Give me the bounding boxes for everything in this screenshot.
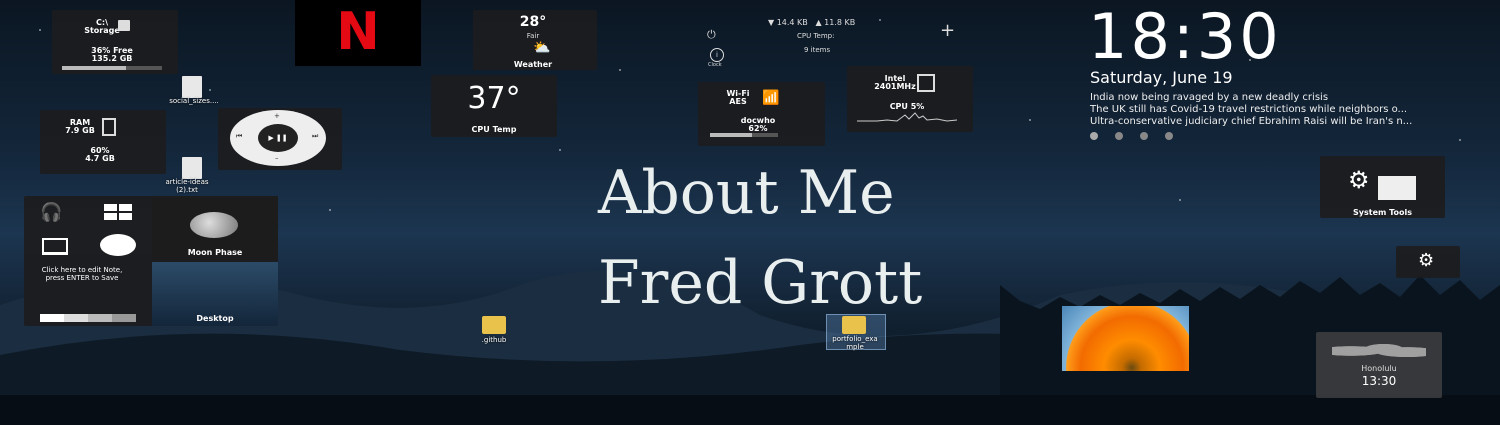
desktop-label: Desktop: [196, 314, 234, 323]
next-icon[interactable]: ⏭: [312, 132, 318, 141]
cpu-temp-widget[interactable]: 37° CPU Temp: [431, 75, 557, 137]
netflix-tile[interactable]: N: [295, 0, 421, 66]
volume-up-icon[interactable]: +: [274, 112, 280, 120]
news-feed: India now being ravaged by a new deadly …: [1090, 92, 1490, 128]
wifi-signal: 62%: [748, 124, 768, 133]
weather-widget[interactable]: 28° Fair ⛅ Weather: [473, 10, 597, 70]
settings-button[interactable]: ⚙: [1396, 246, 1460, 278]
ram-widget[interactable]: RAM 7.9 GB 60% 4.7 GB: [40, 110, 166, 174]
gears-icon: ⚙: [1348, 166, 1370, 194]
moon-icon: [190, 212, 238, 238]
system-tools-widget[interactable]: ⚙ System Tools: [1320, 156, 1445, 218]
world-clock-time: 13:30: [1361, 374, 1397, 388]
volume-down-icon[interactable]: –: [275, 154, 279, 162]
storage-usage-bar: [62, 66, 162, 70]
file-label-article[interactable]: article-ideas (2).txt: [162, 178, 212, 194]
news-item[interactable]: Ultra-conservative judiciary chief Ebrah…: [1090, 116, 1490, 128]
cpu-usage-graph: [857, 112, 957, 122]
download-speed: ▼ 14.4 KB: [768, 18, 808, 27]
wifi-widget[interactable]: Wi-Fi AES 📶 docwho 62%: [698, 82, 825, 146]
clock-icon[interactable]: i: [710, 48, 724, 62]
cpu-temp-value: 37°: [467, 81, 521, 116]
cpu-temp-inline: CPU Temp:: [797, 32, 835, 40]
drive-icon: [118, 20, 130, 31]
note-text[interactable]: Click here to edit Note, press ENTER to …: [36, 266, 128, 282]
weather-label: Weather: [513, 60, 553, 69]
laptop-icon[interactable]: [42, 238, 68, 255]
storage-widget[interactable]: C:\ Storage 36% Free 135.2 GB: [52, 10, 178, 74]
window-icon: [1378, 176, 1416, 200]
clock-date: Saturday, June 19: [1090, 68, 1233, 87]
clock-label: Clock: [708, 62, 722, 68]
world-clock-city: Honolulu: [1361, 364, 1397, 373]
world-map-icon: [1332, 340, 1426, 362]
wifi-signal-bar: [710, 133, 778, 137]
weather-condition: Fair: [526, 32, 540, 40]
storage-free-gb: 135.2 GB: [91, 54, 133, 63]
wifi-icon: 📶: [762, 90, 780, 106]
cpu-speed: 2401MHz: [874, 82, 916, 91]
cloud-sun-icon: ⛅: [533, 40, 551, 56]
clock-time: 18:30: [1088, 0, 1282, 73]
name-heading: Fred Grott: [598, 248, 923, 318]
weather-temp: 28°: [519, 14, 547, 30]
cpu-temp-label: CPU Temp: [471, 125, 517, 134]
news-pager-dots[interactable]: [1090, 132, 1173, 140]
items-count: 9 items: [804, 46, 831, 54]
file-label-social[interactable]: social_sizes....: [160, 97, 228, 105]
headphones-icon[interactable]: 🎧: [40, 202, 62, 223]
play-pause-button[interactable]: ▶ ❚❚: [258, 124, 298, 152]
ram-used: 4.7 GB: [85, 154, 115, 163]
about-me-heading: About Me: [598, 158, 895, 228]
file-label-portfolio[interactable]: portfolio_exa mple: [826, 335, 884, 351]
cpu-widget[interactable]: Intel 2401MHz CPU 5%: [847, 66, 973, 132]
memory-icon: [102, 118, 116, 136]
network-speed: ▼ 14.4 KB ▲ 11.8 KB: [768, 18, 855, 27]
folder-icon[interactable]: [842, 316, 866, 334]
note-color-strip[interactable]: [40, 314, 136, 322]
moon-phase-widget[interactable]: Moon Phase: [152, 196, 278, 260]
plus-icon[interactable]: +: [940, 20, 955, 41]
ram-total: 7.9 GB: [65, 126, 95, 135]
gear-icon: ⚙: [1418, 250, 1435, 271]
system-tools-label: System Tools: [1353, 208, 1412, 217]
netflix-logo: N: [336, 2, 380, 62]
text-file-icon[interactable]: [182, 157, 202, 179]
previous-icon[interactable]: ⏮: [236, 132, 242, 141]
windows-icon[interactable]: [104, 204, 132, 220]
processor-icon: [917, 74, 935, 92]
wifi-ssid: AES: [729, 97, 747, 106]
moon-phase-label: Moon Phase: [187, 248, 243, 257]
disc-icon[interactable]: [100, 234, 136, 256]
world-clock-widget[interactable]: Honolulu 13:30: [1316, 332, 1442, 398]
news-item[interactable]: India now being ravaged by a new deadly …: [1090, 92, 1490, 104]
file-label-github[interactable]: .github: [474, 336, 514, 344]
news-item[interactable]: The UK still has Covid-19 travel restric…: [1090, 104, 1490, 116]
desktop-widget[interactable]: Desktop: [152, 262, 278, 326]
flower-photo[interactable]: [1062, 306, 1189, 371]
media-player-widget[interactable]: ▶ ❚❚ ⏮ ⏭ + –: [218, 108, 342, 170]
upload-speed: ▲ 11.8 KB: [815, 18, 856, 27]
power-icon[interactable]: ⏻: [707, 28, 716, 42]
text-file-icon[interactable]: [182, 76, 202, 98]
folder-icon[interactable]: [482, 316, 506, 334]
